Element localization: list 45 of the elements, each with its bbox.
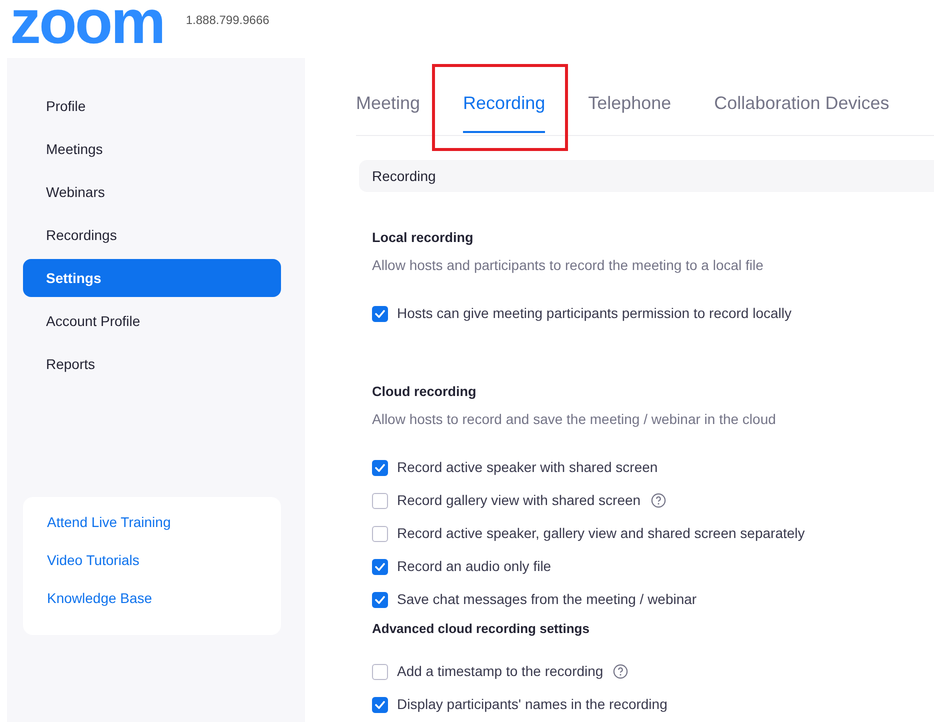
setting-heading: Cloud recording: [372, 383, 478, 401]
tab[interactable]: Telephone: [588, 90, 672, 135]
sidebar-item[interactable]: Reports: [23, 345, 281, 383]
checkbox-label: Record active speaker with shared screen: [397, 458, 658, 477]
checkbox[interactable]: [372, 558, 388, 574]
setting-description: Allow hosts and participants to record the meeting to a local file: [372, 256, 764, 275]
help-icon[interactable]: [650, 493, 666, 508]
checkbox-label: Record an audio only file: [397, 557, 552, 576]
sidebar-item[interactable]: Recordings: [23, 216, 281, 254]
help-link[interactable]: Attend Live Training: [47, 511, 281, 549]
sidebar-item[interactable]: Account Profile: [23, 302, 281, 340]
checkbox[interactable]: [372, 460, 388, 476]
setting-subheading: Advanced cloud recording settings: [372, 620, 590, 638]
checkbox[interactable]: [372, 592, 388, 608]
checkbox-label: Add a timestamp to the recording: [397, 662, 604, 681]
checkmark-icon: [375, 562, 385, 570]
tab[interactable]: Meeting: [356, 90, 420, 135]
zoom-logo: zoom: [10, 0, 164, 54]
sidebar-item[interactable]: Meetings: [23, 130, 281, 168]
phone-number: 1.888.799.9666: [186, 12, 270, 29]
checkbox-label: Display participants' names in the recording: [397, 695, 668, 714]
setting-heading: Local recording: [372, 229, 474, 247]
checkbox-label: Record active speaker, gallery view and shared screen separately: [397, 524, 805, 543]
checkbox[interactable]: [372, 696, 388, 712]
tab[interactable]: Recording: [463, 90, 546, 135]
sidebar-item[interactable]: Profile: [23, 87, 281, 125]
checkbox-label: Hosts can give meeting participants permission to record locally: [397, 304, 792, 323]
help-link[interactable]: Knowledge Base: [47, 587, 281, 625]
checkmark-icon: [375, 596, 385, 604]
checkmark-icon: [375, 464, 385, 472]
checkbox-label: Save chat messages from the meeting / webinar: [397, 590, 697, 609]
help-icon[interactable]: [613, 664, 628, 679]
checkbox[interactable]: [372, 306, 388, 322]
section-header: Recording: [359, 160, 934, 192]
help-link[interactable]: Video Tutorials: [47, 549, 281, 587]
checkbox[interactable]: [372, 664, 388, 680]
tab[interactable]: Collaboration Devices: [714, 90, 890, 135]
setting-description: Allow hosts to record and save the meeting / webinar in the cloud: [372, 410, 777, 429]
checkmark-icon: [375, 310, 385, 318]
sidebar-item[interactable]: Webinars: [23, 173, 281, 211]
checkmark-icon: [375, 700, 385, 708]
checkbox[interactable]: [372, 492, 388, 508]
checkbox[interactable]: [372, 526, 388, 542]
sidebar-item[interactable]: Settings: [23, 259, 281, 297]
checkbox-label: Record gallery view with shared screen: [397, 491, 641, 510]
